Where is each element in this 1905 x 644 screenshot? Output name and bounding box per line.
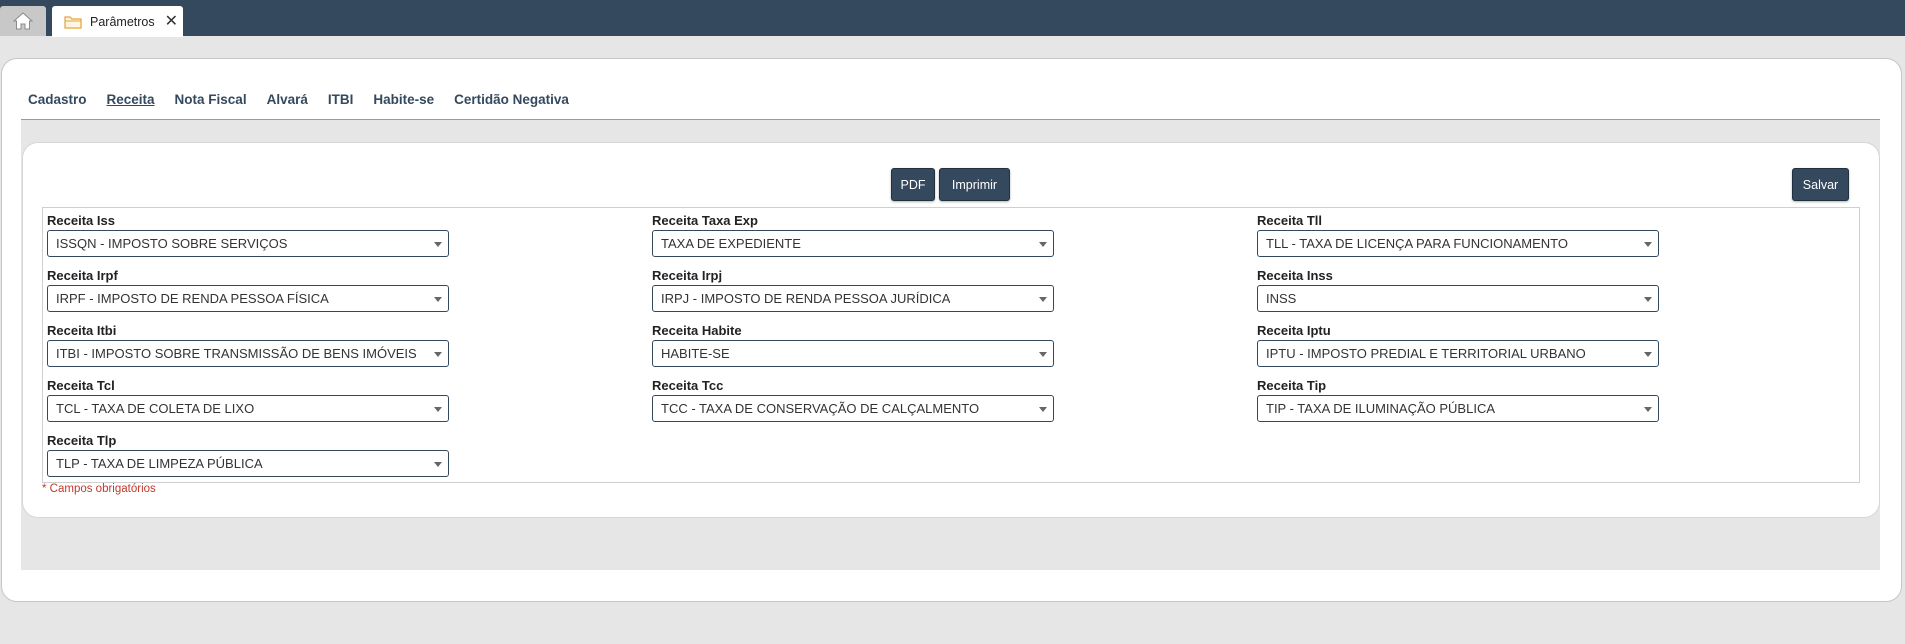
field-label: Receita Tip bbox=[1257, 378, 1327, 393]
field-receita-taxa-exp: Receita Taxa Exp TAXA DE EXPEDIENTE bbox=[652, 213, 1056, 257]
field-label: Receita Iptu bbox=[1257, 323, 1331, 338]
chevron-down-icon bbox=[434, 352, 442, 357]
select-value: TCC - TAXA DE CONSERVAÇÃO DE CALÇALMENTO bbox=[661, 401, 980, 416]
folder-icon bbox=[64, 15, 82, 29]
select-value: HABITE-SE bbox=[661, 346, 730, 361]
field-receita-irpj: Receita Irpj IRPJ - IMPOSTO DE RENDA PES… bbox=[652, 268, 1056, 312]
menu-item-receita[interactable]: Receita bbox=[107, 92, 155, 107]
field-receita-tcc: Receita Tcc TCC - TAXA DE CONSERVAÇÃO DE… bbox=[652, 378, 1056, 422]
field-receita-habite: Receita Habite HABITE-SE bbox=[652, 323, 1056, 367]
field-label: Receita Habite bbox=[652, 323, 742, 338]
required-fields-note: * Campos obrigatórios bbox=[42, 483, 156, 495]
receita-inss-select[interactable]: INSS bbox=[1257, 285, 1659, 312]
field-receita-tlp: Receita Tlp TLP - TAXA DE LIMPEZA PÚBLIC… bbox=[47, 433, 451, 477]
select-value: IPTU - IMPOSTO PREDIAL E TERRITORIAL URB… bbox=[1266, 346, 1586, 361]
home-tab[interactable] bbox=[0, 6, 46, 36]
select-value: ISSQN - IMPOSTO SOBRE SERVIÇOS bbox=[56, 236, 288, 251]
receita-taxa-exp-select[interactable]: TAXA DE EXPEDIENTE bbox=[652, 230, 1054, 257]
chevron-down-icon bbox=[1039, 407, 1047, 412]
tab-parametros[interactable]: Parâmetros ✕ bbox=[52, 6, 183, 37]
receita-tll-select[interactable]: TLL - TAXA DE LICENÇA PARA FUNCIONAMENTO bbox=[1257, 230, 1659, 257]
menu-item-certidao-negativa[interactable]: Certidão Negativa bbox=[454, 92, 569, 107]
field-label: Receita Irpj bbox=[652, 268, 723, 283]
menu-item-nota-fiscal[interactable]: Nota Fiscal bbox=[175, 92, 247, 107]
chevron-down-icon bbox=[1644, 407, 1652, 412]
field-label: Receita Inss bbox=[1257, 268, 1333, 283]
section-menu: Cadastro Receita Nota Fiscal Alvará ITBI… bbox=[28, 92, 569, 107]
chevron-down-icon bbox=[1039, 352, 1047, 357]
field-label: Receita Irpf bbox=[47, 268, 118, 283]
chevron-down-icon bbox=[1644, 242, 1652, 247]
chevron-down-icon bbox=[1039, 242, 1047, 247]
receita-irpf-select[interactable]: IRPF - IMPOSTO DE RENDA PESSOA FÍSICA bbox=[47, 285, 449, 312]
receita-tcl-select[interactable]: TCL - TAXA DE COLETA DE LIXO bbox=[47, 395, 449, 422]
field-receita-tcl: Receita Tcl TCL - TAXA DE COLETA DE LIXO bbox=[47, 378, 451, 422]
receita-itbi-select[interactable]: ITBI - IMPOSTO SOBRE TRANSMISSÃO DE BENS… bbox=[47, 340, 449, 367]
chevron-down-icon bbox=[434, 462, 442, 467]
select-value: IRPF - IMPOSTO DE RENDA PESSOA FÍSICA bbox=[56, 291, 329, 306]
menu-item-habite-se[interactable]: Habite-se bbox=[373, 92, 434, 107]
field-label: Receita Taxa Exp bbox=[652, 213, 758, 228]
receita-iss-select[interactable]: ISSQN - IMPOSTO SOBRE SERVIÇOS bbox=[47, 230, 449, 257]
field-receita-tip: Receita Tip TIP - TAXA DE ILUMINAÇÃO PÚB… bbox=[1257, 378, 1661, 422]
chevron-down-icon bbox=[1644, 297, 1652, 302]
menu-item-itbi[interactable]: ITBI bbox=[328, 92, 354, 107]
receita-tlp-select[interactable]: TLP - TAXA DE LIMPEZA PÚBLICA bbox=[47, 450, 449, 477]
save-button[interactable]: Salvar bbox=[1792, 168, 1849, 201]
select-value: TCL - TAXA DE COLETA DE LIXO bbox=[56, 401, 255, 416]
pdf-button[interactable]: PDF bbox=[891, 168, 935, 201]
chevron-down-icon bbox=[434, 407, 442, 412]
field-label: Receita Tlp bbox=[47, 433, 117, 448]
select-value: TIP - TAXA DE ILUMINAÇÃO PÚBLICA bbox=[1266, 401, 1496, 416]
receita-habite-select[interactable]: HABITE-SE bbox=[652, 340, 1054, 367]
receita-irpj-select[interactable]: IRPJ - IMPOSTO DE RENDA PESSOA JURÍDICA bbox=[652, 285, 1054, 312]
select-value: INSS bbox=[1266, 291, 1297, 306]
field-label: Receita Itbi bbox=[47, 323, 117, 338]
receita-iptu-select[interactable]: IPTU - IMPOSTO PREDIAL E TERRITORIAL URB… bbox=[1257, 340, 1659, 367]
field-label: Receita Tcl bbox=[47, 378, 115, 393]
field-label: Receita Tcc bbox=[652, 378, 724, 393]
select-value: TLL - TAXA DE LICENÇA PARA FUNCIONAMENTO bbox=[1266, 236, 1568, 251]
select-value: IRPJ - IMPOSTO DE RENDA PESSOA JURÍDICA bbox=[661, 291, 951, 306]
menu-item-alvara[interactable]: Alvará bbox=[267, 92, 308, 107]
chevron-down-icon bbox=[434, 242, 442, 247]
receita-tip-select[interactable]: TIP - TAXA DE ILUMINAÇÃO PÚBLICA bbox=[1257, 395, 1659, 422]
field-receita-tll: Receita Tll TLL - TAXA DE LICENÇA PARA F… bbox=[1257, 213, 1661, 257]
select-value: ITBI - IMPOSTO SOBRE TRANSMISSÃO DE BENS… bbox=[56, 346, 417, 361]
menu-item-cadastro[interactable]: Cadastro bbox=[28, 92, 87, 107]
field-receita-itbi: Receita Itbi ITBI - IMPOSTO SOBRE TRANSM… bbox=[47, 323, 451, 367]
chevron-down-icon bbox=[1039, 297, 1047, 302]
field-receita-iptu: Receita Iptu IPTU - IMPOSTO PREDIAL E TE… bbox=[1257, 323, 1661, 367]
field-receita-irpf: Receita Irpf IRPF - IMPOSTO DE RENDA PES… bbox=[47, 268, 451, 312]
field-receita-inss: Receita Inss INSS bbox=[1257, 268, 1661, 312]
receita-tcc-select[interactable]: TCC - TAXA DE CONSERVAÇÃO DE CALÇALMENTO bbox=[652, 395, 1054, 422]
field-receita-iss: Receita Iss ISSQN - IMPOSTO SOBRE SERVIÇ… bbox=[47, 213, 451, 257]
field-label: Receita Iss bbox=[47, 213, 115, 228]
top-tab-bar: Parâmetros ✕ bbox=[0, 0, 1905, 37]
print-button[interactable]: Imprimir bbox=[939, 168, 1010, 201]
home-icon bbox=[13, 12, 33, 30]
chevron-down-icon bbox=[434, 297, 442, 302]
field-label: Receita Tll bbox=[1257, 213, 1323, 228]
tab-label: Parâmetros bbox=[90, 14, 155, 29]
select-value: TLP - TAXA DE LIMPEZA PÚBLICA bbox=[56, 456, 263, 471]
chevron-down-icon bbox=[1644, 352, 1652, 357]
close-icon[interactable]: ✕ bbox=[165, 13, 178, 30]
select-value: TAXA DE EXPEDIENTE bbox=[661, 236, 801, 251]
